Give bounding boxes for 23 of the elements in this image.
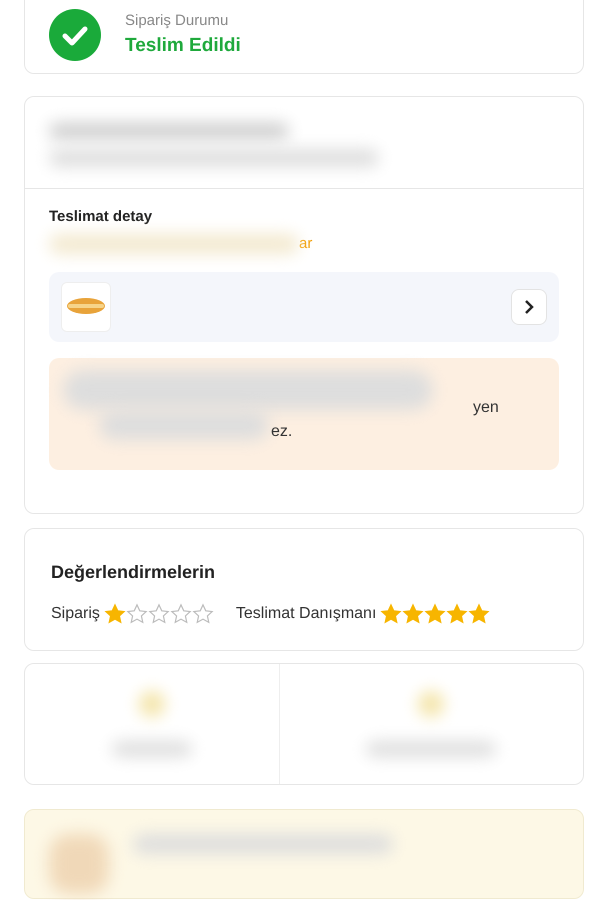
chevron-button[interactable] — [511, 288, 547, 324]
star-icon — [446, 603, 468, 625]
star-icon — [126, 603, 148, 625]
link-text[interactable]: ar — [299, 233, 312, 256]
star-icon — [468, 603, 490, 625]
star-icon — [380, 603, 402, 625]
notice-text: ez. — [271, 422, 292, 442]
chevron-icon — [522, 298, 536, 314]
star-icon — [402, 603, 424, 625]
status-value: Teslim Edildi — [125, 34, 241, 58]
redacted-text — [138, 691, 165, 717]
star-icon — [192, 603, 214, 625]
star-icon — [148, 603, 170, 625]
status-label: Sipariş Durumu — [125, 10, 230, 30]
star-icon — [424, 603, 446, 625]
star-icon — [170, 603, 192, 625]
rating-label: Sipariş — [51, 604, 100, 624]
rating-label: Teslimat Danışmanı — [236, 604, 376, 624]
section-title: Teslimat detay — [49, 208, 152, 226]
star-icon — [104, 603, 126, 625]
notice-text: yen — [473, 398, 499, 418]
redacted-text — [418, 691, 444, 717]
section-title: Değerlendirmelerin — [51, 561, 216, 584]
